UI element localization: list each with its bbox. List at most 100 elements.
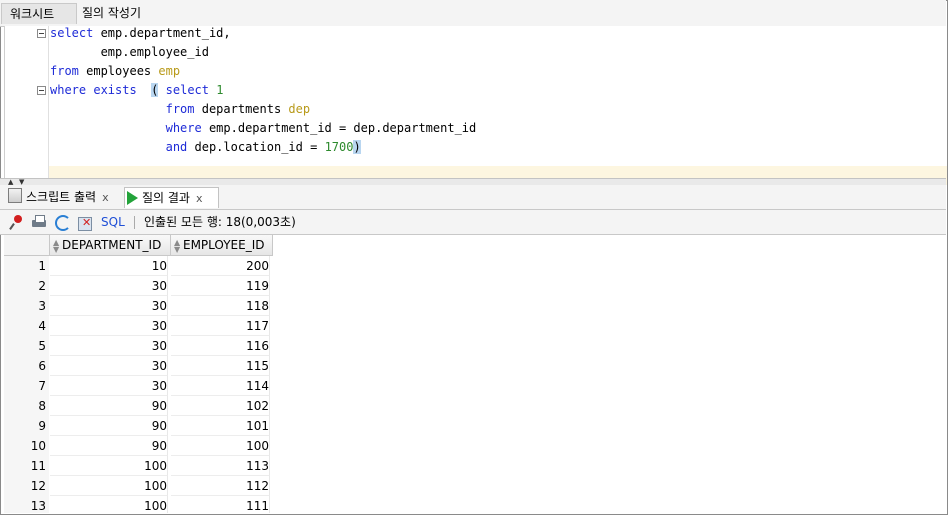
- fold-collapse-icon[interactable]: [37, 29, 46, 38]
- cell-employee-id[interactable]: 113: [171, 456, 270, 476]
- row-number: 5: [38, 339, 46, 353]
- number-literal: 1700: [324, 140, 354, 154]
- row-number: 6: [38, 359, 46, 373]
- cell-employee-id[interactable]: 111: [171, 496, 270, 513]
- tab-worksheet[interactable]: 워크시트: [1, 3, 77, 24]
- clear-icon[interactable]: [77, 214, 93, 231]
- number-literal: 1: [216, 83, 224, 97]
- cell-employee-id[interactable]: 100: [171, 436, 270, 456]
- table-row[interactable]: 11 100 113: [4, 456, 946, 476]
- row-number: 9: [38, 419, 46, 433]
- cell-department-id[interactable]: 30: [50, 296, 168, 316]
- row-number: 7: [38, 379, 46, 393]
- code-line[interactable]: emp.employee_id: [50, 43, 209, 62]
- cell-employee-id[interactable]: 119: [171, 276, 270, 296]
- sql-editor[interactable]: select emp.department_id, emp.employee_i…: [4, 24, 947, 185]
- sql-keyword: and: [165, 140, 188, 154]
- close-script-output-icon[interactable]: x: [102, 191, 109, 204]
- table-row[interactable]: 12 100 112: [4, 476, 946, 496]
- tab-query-result-label: 질의 결과: [142, 191, 190, 205]
- cell-department-id[interactable]: 30: [50, 336, 168, 356]
- row-number: 2: [38, 279, 46, 293]
- cell-department-id[interactable]: 90: [50, 436, 168, 456]
- row-number: 1: [38, 259, 46, 273]
- table-row[interactable]: 7 30 114: [4, 376, 946, 396]
- code-line[interactable]: select emp.department_id,: [50, 24, 231, 43]
- row-number: 3: [38, 299, 46, 313]
- code-line[interactable]: where emp.department_id = dep.department…: [50, 119, 477, 138]
- table-row[interactable]: 13 100 111: [4, 496, 946, 513]
- tab-query-result[interactable]: 질의 결과 x: [124, 187, 219, 208]
- table-row[interactable]: 5 30 116: [4, 336, 946, 356]
- table-row[interactable]: 3 30 118: [4, 296, 946, 316]
- column-header-employee-id[interactable]: ▲ ▼ EMPLOYEE_ID: [171, 235, 273, 256]
- cell-employee-id[interactable]: 114: [171, 376, 270, 396]
- cell-department-id[interactable]: 100: [50, 476, 168, 496]
- table-row[interactable]: 8 90 102: [4, 396, 946, 416]
- table-row[interactable]: 1 10 200: [4, 256, 946, 276]
- sql-keyword: where: [50, 83, 87, 97]
- code-line[interactable]: from employees emp: [50, 62, 180, 81]
- cell-department-id[interactable]: 30: [50, 316, 168, 336]
- tab-query-builder[interactable]: 질의 작성기: [74, 3, 149, 23]
- print-icon[interactable]: [31, 214, 47, 230]
- output-tab-bar: 스크립트 출력 x 질의 결과 x: [0, 185, 946, 210]
- cell-department-id[interactable]: 90: [50, 396, 168, 416]
- row-number: 8: [38, 399, 46, 413]
- code-token: emp.employee_id: [50, 45, 209, 59]
- tab-script-output-label: 스크립트 출력: [26, 190, 97, 204]
- cell-employee-id[interactable]: 102: [171, 396, 270, 416]
- cell-employee-id[interactable]: 118: [171, 296, 270, 316]
- sql-keyword: exists: [93, 83, 137, 97]
- row-number: 4: [38, 319, 46, 333]
- pin-icon[interactable]: [9, 214, 25, 230]
- cell-department-id[interactable]: 30: [50, 356, 168, 376]
- cell-department-id[interactable]: 100: [50, 496, 168, 513]
- table-row[interactable]: 6 30 115: [4, 356, 946, 376]
- result-grid[interactable]: ▲ ▼ DEPARTMENT_ID ▲ ▼ EMPLOYEE_ID 1 10 200 2 30 1…: [4, 235, 946, 513]
- refresh-icon[interactable]: [54, 214, 71, 231]
- cell-department-id[interactable]: 30: [50, 276, 168, 296]
- code-line[interactable]: from departments dep: [50, 100, 311, 119]
- sort-icon: ▲ ▼: [174, 237, 181, 254]
- close-query-result-icon[interactable]: x: [196, 192, 203, 205]
- row-number: 13: [30, 499, 46, 513]
- row-number: 12: [30, 479, 46, 493]
- top-tab-bar: 워크시트 질의 작성기: [0, 0, 946, 27]
- table-row[interactable]: 2 30 119: [4, 276, 946, 296]
- column-header-department-id[interactable]: ▲ ▼ DEPARTMENT_ID: [50, 235, 171, 256]
- cell-employee-id[interactable]: 116: [171, 336, 270, 356]
- cell-department-id[interactable]: 100: [50, 456, 168, 476]
- code-token: emp.department_id,: [93, 26, 231, 40]
- code-token: departments: [194, 102, 289, 116]
- tab-script-output[interactable]: 스크립트 출력 x: [8, 187, 109, 207]
- sql-link[interactable]: SQL: [101, 214, 125, 230]
- table-row[interactable]: 10 90 100: [4, 436, 946, 456]
- fold-collapse-icon[interactable]: [37, 86, 46, 95]
- code-token: emp.department_id = dep.department_id: [201, 121, 477, 135]
- sort-icon: ▲ ▼: [53, 237, 60, 254]
- code-token: employees: [78, 64, 159, 78]
- table-alias: dep: [288, 102, 311, 116]
- cell-department-id[interactable]: 10: [50, 256, 168, 276]
- cell-employee-id[interactable]: 101: [171, 416, 270, 436]
- cell-employee-id[interactable]: 117: [171, 316, 270, 336]
- table-alias: emp: [158, 64, 181, 78]
- result-toolbar: SQL 인출된 모든 행: 18(0,003초): [0, 210, 946, 235]
- table-row[interactable]: 4 30 117: [4, 316, 946, 336]
- code-line[interactable]: and dep.location_id = 1700): [50, 138, 361, 157]
- fetch-status: 인출된 모든 행: 18(0,003초): [144, 215, 296, 229]
- cell-employee-id[interactable]: 115: [171, 356, 270, 376]
- toolbar-separator: [134, 216, 135, 229]
- sql-keyword: from: [165, 102, 195, 116]
- cell-employee-id[interactable]: 200: [171, 256, 270, 276]
- code-line[interactable]: where exists ( select 1: [50, 81, 223, 100]
- cell-department-id[interactable]: 30: [50, 376, 168, 396]
- table-row[interactable]: 9 90 101: [4, 416, 946, 436]
- cell-employee-id[interactable]: 112: [171, 476, 270, 496]
- cell-department-id[interactable]: 90: [50, 416, 168, 436]
